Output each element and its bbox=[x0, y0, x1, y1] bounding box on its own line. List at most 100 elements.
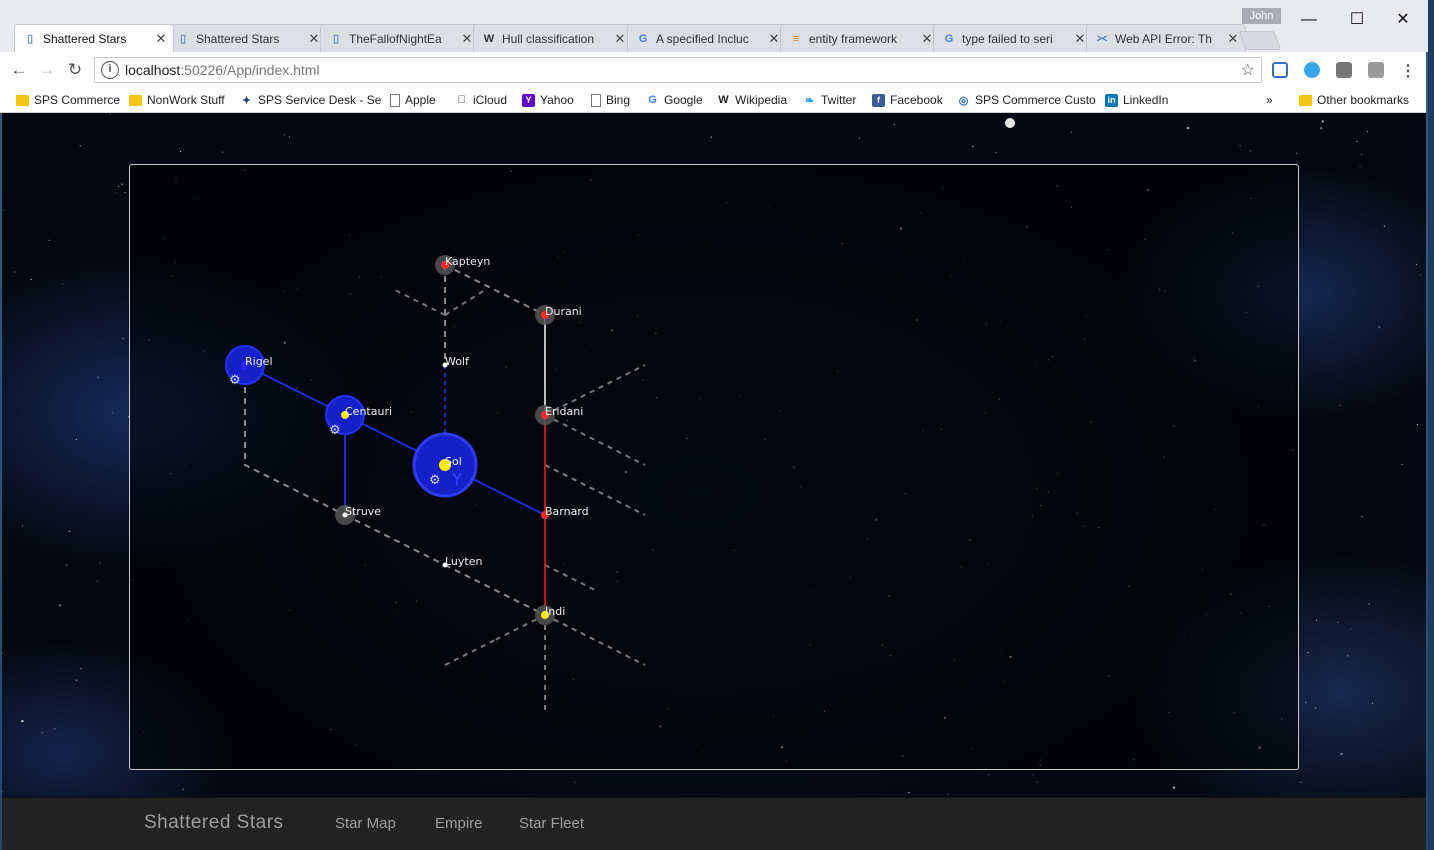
tab-1[interactable]: ▯ Shattered Stars ✕ bbox=[167, 24, 327, 52]
tab-close-icon[interactable]: ✕ bbox=[308, 31, 320, 47]
bookmark-item[interactable]: in LinkedIn bbox=[1105, 91, 1168, 109]
new-tab-button[interactable] bbox=[1238, 31, 1282, 50]
tab-2[interactable]: ▯ TheFallofNightEa ✕ bbox=[320, 24, 480, 52]
tab-0[interactable]: ▯ Shattered Stars ✕ bbox=[14, 24, 174, 52]
bookmark-item[interactable]: SPS Commerce bbox=[16, 91, 120, 109]
bookmark-item[interactable]: ◎ SPS Commerce Custo bbox=[957, 91, 1096, 109]
background-star bbox=[112, 412, 114, 414]
bookmark-item[interactable]: G Google bbox=[646, 91, 702, 109]
tab-close-icon[interactable]: ✕ bbox=[155, 31, 167, 47]
url-text[interactable]: localhost:50226/App/index.html bbox=[125, 62, 320, 78]
extension-icon[interactable] bbox=[1336, 62, 1352, 78]
tab-7[interactable]: ⪥ Web API Error: Th ✕ bbox=[1086, 24, 1246, 52]
twitter-icon: ❧ bbox=[804, 94, 815, 107]
background-star bbox=[1356, 140, 1358, 142]
background-star bbox=[22, 525, 24, 527]
bookmark-item[interactable]: Bing bbox=[591, 91, 630, 109]
background-star bbox=[180, 150, 182, 153]
background-star bbox=[1305, 702, 1307, 704]
title-bar: ▯ Shattered Stars ✕ ▯ Shattered Stars ✕ ▯ TheFa… bbox=[0, 0, 1428, 52]
star-map-panel[interactable]: Kapteyn Durani ⚙ Rigel Wolf ⚙ Centauri Eridani ⚙… bbox=[129, 164, 1299, 770]
background-star bbox=[1361, 516, 1363, 518]
tab-close-icon[interactable]: ✕ bbox=[921, 31, 933, 47]
tab-title: Hull classification bbox=[502, 31, 595, 46]
background-star bbox=[41, 732, 43, 734]
background-star bbox=[122, 338, 124, 340]
bookmarks-overflow-icon[interactable]: » bbox=[1266, 91, 1273, 109]
tab-4[interactable]: G A specified Incluc ✕ bbox=[627, 24, 787, 52]
tab-close-icon[interactable]: ✕ bbox=[461, 31, 473, 47]
background-star bbox=[48, 239, 50, 241]
background-star bbox=[2, 652, 3, 654]
background-star bbox=[14, 271, 16, 273]
cloud-extension-icon[interactable] bbox=[1304, 62, 1320, 78]
bookmark-item[interactable]: W Wikipedia bbox=[717, 91, 787, 109]
close-window-icon[interactable]: ✕ bbox=[1380, 6, 1426, 34]
background-star bbox=[1032, 774, 1034, 776]
background-star bbox=[118, 185, 120, 188]
other-bookmarks-folder[interactable]: Other bookmarks bbox=[1299, 91, 1409, 109]
fleet-icon: ⚙ bbox=[229, 373, 241, 388]
star-map[interactable]: Kapteyn Durani ⚙ Rigel Wolf ⚙ Centauri Eridani ⚙… bbox=[130, 165, 1298, 769]
site-info-icon[interactable]: i bbox=[101, 61, 119, 79]
background-star bbox=[1340, 752, 1343, 756]
page-icon: ▯ bbox=[179, 33, 187, 45]
bookmark-label: Wikipedia bbox=[735, 93, 788, 107]
tab-5[interactable]: ≡ entity framework ✕ bbox=[780, 24, 940, 52]
hyperlane bbox=[444, 264, 546, 316]
background-star bbox=[1320, 127, 1323, 130]
menu-icon[interactable]: ⋮ bbox=[1400, 61, 1416, 81]
tab-title: entity framework bbox=[809, 31, 898, 46]
background-star bbox=[1316, 619, 1318, 621]
page-icon bbox=[591, 93, 601, 107]
star-label: Luyten bbox=[445, 555, 482, 568]
background-star bbox=[2, 791, 3, 793]
tab-3[interactable]: W Hull classification ✕ bbox=[473, 24, 633, 52]
forward-icon[interactable]: → bbox=[36, 60, 58, 80]
tab-title: A specified Incluc bbox=[656, 31, 749, 46]
bookmark-item[interactable]:  iCloud bbox=[455, 91, 507, 109]
cast-icon[interactable] bbox=[1272, 62, 1288, 78]
nav-star-map[interactable]: Star Map bbox=[335, 815, 396, 832]
background-star bbox=[30, 278, 32, 281]
bookmark-item[interactable]: NonWork Stuff bbox=[129, 91, 225, 109]
background-star bbox=[1250, 150, 1252, 152]
google-icon: G bbox=[638, 32, 648, 45]
background-star bbox=[182, 788, 184, 790]
tab-close-icon[interactable]: ✕ bbox=[614, 31, 626, 47]
tools-extension-icon[interactable] bbox=[1368, 62, 1384, 78]
apple-icon:  bbox=[455, 94, 468, 107]
tab-close-icon[interactable]: ✕ bbox=[768, 31, 780, 47]
background-star bbox=[21, 719, 24, 723]
app-brand[interactable]: Shattered Stars bbox=[144, 812, 284, 834]
background-star bbox=[62, 283, 64, 285]
reload-icon[interactable]: ↻ bbox=[64, 60, 86, 80]
folder-icon bbox=[16, 94, 29, 106]
tab-close-icon[interactable]: ✕ bbox=[1074, 31, 1086, 47]
wikipedia-icon: W bbox=[718, 94, 729, 106]
background-star bbox=[1359, 165, 1361, 168]
bookmark-star-icon[interactable]: ☆ bbox=[1241, 60, 1255, 80]
bookmark-item[interactable]: f Facebook bbox=[872, 91, 943, 109]
tab-title: Shattered Stars bbox=[43, 31, 127, 46]
bookmark-label: Twitter bbox=[821, 93, 857, 107]
bookmark-item[interactable]: Apple bbox=[390, 91, 436, 109]
nav-empire[interactable]: Empire bbox=[435, 815, 483, 832]
tab-close-icon[interactable]: ✕ bbox=[1227, 31, 1239, 47]
maximize-icon[interactable]: ☐ bbox=[1334, 6, 1380, 34]
background-star bbox=[75, 679, 78, 681]
address-bar[interactable]: i localhost:50226/App/index.html ☆ bbox=[94, 57, 1262, 83]
bookmark-item[interactable]: Y Yahoo bbox=[522, 91, 574, 109]
profile-badge[interactable]: John bbox=[1242, 8, 1281, 24]
bookmark-item[interactable]: ❧ Twitter bbox=[803, 91, 856, 109]
unexplored-lane bbox=[394, 289, 446, 316]
nav-star-fleet[interactable]: Star Fleet bbox=[519, 815, 584, 832]
star-label: Barnard bbox=[545, 505, 589, 518]
bookmark-item[interactable]: ✦ SPS Service Desk - Se bbox=[240, 91, 381, 109]
back-icon[interactable]: ← bbox=[8, 60, 30, 80]
background-star bbox=[1415, 263, 1418, 265]
tab-6[interactable]: Gtype failed to seri ✕ bbox=[933, 24, 1093, 52]
minimize-icon[interactable]: — bbox=[1286, 6, 1332, 34]
page-viewport: Kapteyn Durani ⚙ Rigel Wolf ⚙ Centauri Eridani ⚙… bbox=[2, 113, 1426, 850]
folder-icon bbox=[129, 94, 142, 106]
